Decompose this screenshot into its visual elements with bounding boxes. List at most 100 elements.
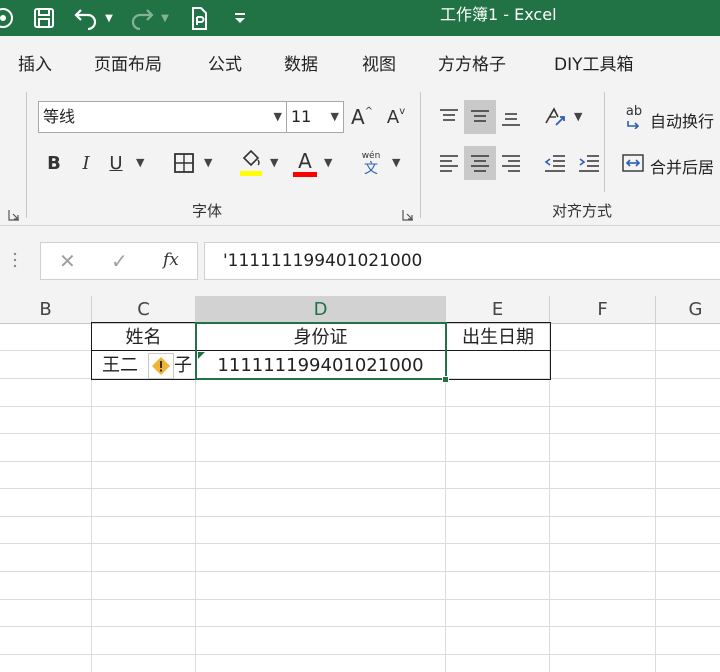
font-color-button[interactable]: A [290, 146, 320, 180]
top-align-button[interactable] [434, 100, 464, 134]
gridline [0, 516, 720, 517]
phonetic-guide-button[interactable]: wén 文 [356, 148, 386, 180]
column-header-f[interactable]: F [550, 296, 656, 324]
column-header-c[interactable]: C [92, 296, 196, 324]
formula-bar: ✕ ✓ fx '111111199401021000 [0, 226, 720, 296]
orientation-dropdown-icon[interactable]: ▼ [574, 110, 582, 123]
clipboard-dialog-launcher-icon[interactable] [8, 206, 20, 221]
wrap-icon-text: ab [625, 104, 643, 119]
underline-button[interactable]: U [104, 148, 128, 178]
gridline [0, 654, 720, 655]
wrap-arrow-icon [627, 121, 640, 129]
merge-center-button[interactable]: 合并后居 [650, 154, 714, 178]
align-center-icon [471, 155, 489, 172]
tab-diy-toolbox[interactable]: DIY工具箱 [554, 50, 634, 75]
top-align-icon [440, 109, 458, 121]
borders-dropdown-icon[interactable]: ▼ [204, 156, 212, 169]
orientation-icon [545, 107, 565, 126]
fill-color-dropdown-icon[interactable]: ▼ [270, 156, 278, 169]
middle-align-button[interactable] [464, 100, 496, 134]
bold-button[interactable]: B [42, 148, 66, 178]
font-dialog-launcher-icon[interactable] [402, 206, 414, 221]
ribbon: 等线 ▼ 11 ▼ A ^ Av B I U ▼ ▼ ▼ A ▼ wén 文 ▼ … [0, 86, 720, 226]
align-right-button[interactable] [496, 146, 526, 180]
gridline [0, 488, 720, 489]
window-title: 工作簿1 - Excel [440, 5, 557, 24]
alignment-group-label: 对齐方式 [552, 202, 613, 220]
cell-e1[interactable]: 出生日期 [446, 324, 550, 351]
ribbon-tabs: 插入 页面布局 公式 数据 视图 方方格子 DIY工具箱 [0, 36, 720, 86]
cell-c2[interactable]: 王二 子 [92, 352, 195, 379]
formula-buttons: ✕ ✓ fx [40, 242, 198, 280]
fill-color-button[interactable] [236, 146, 266, 180]
caret-up-icon: ^ [364, 105, 374, 117]
font-name-combobox[interactable]: 等线 ▼ [38, 101, 287, 133]
tab-view[interactable]: 视图 [362, 50, 396, 75]
drag-handle-icon[interactable] [12, 250, 18, 270]
phonetic-dropdown-icon[interactable]: ▼ [392, 156, 400, 169]
column-header-e[interactable]: E [446, 296, 550, 324]
chevron-down-icon: ▼ [330, 110, 339, 123]
selection-range [195, 322, 447, 380]
tab-data[interactable]: 数据 [284, 50, 318, 75]
cell-e2[interactable] [446, 352, 550, 379]
gridline [0, 406, 720, 407]
column-header-b[interactable]: B [0, 296, 92, 324]
gridline [0, 461, 720, 462]
column-header-g[interactable]: G [656, 296, 720, 324]
orientation-button[interactable] [540, 100, 570, 134]
tab-fangfang-gezi[interactable]: 方方格子 [438, 50, 506, 75]
fill-handle[interactable] [442, 376, 449, 383]
gridline [655, 324, 656, 672]
font-color-letter: A [298, 148, 312, 173]
gridline [0, 626, 720, 627]
gridline [0, 433, 720, 434]
wrap-text-button[interactable]: 自动换行 [650, 108, 714, 132]
shrink-font-letter: A [386, 106, 400, 128]
gridline [0, 571, 720, 572]
formula-input[interactable]: '111111199401021000 [204, 242, 720, 280]
align-left-button[interactable] [434, 146, 464, 180]
underline-dropdown-icon[interactable]: ▼ [136, 156, 144, 169]
increase-indent-button[interactable] [574, 146, 604, 180]
phonetic-bottom: 文 [364, 161, 378, 177]
cancel-entry-button[interactable]: ✕ [59, 249, 76, 273]
increase-indent-icon [579, 155, 599, 172]
borders-icon [174, 153, 194, 173]
group-separator [26, 92, 27, 218]
wrap-text-icon: ab [620, 102, 648, 132]
worksheet-grid[interactable]: B C D E F G 姓名 身份证 出生日期 王二 子 11111119940… [0, 296, 720, 672]
middle-align-icon [471, 110, 489, 122]
merge-center-icon [620, 148, 646, 178]
insert-function-button[interactable]: fx [163, 250, 179, 270]
chevron-down-icon: ▼ [273, 110, 282, 123]
align-center-button[interactable] [464, 146, 496, 180]
title-bar: ▼ ▼ 工作簿1 - Excel [0, 0, 720, 36]
caret-down-icon: v [399, 105, 406, 117]
group-separator [420, 92, 421, 218]
gridline [0, 543, 720, 544]
fill-bucket-icon [240, 149, 262, 176]
borders-button[interactable] [170, 148, 198, 178]
align-left-icon [440, 155, 458, 172]
tab-insert[interactable]: 插入 [18, 50, 52, 75]
tab-formulas[interactable]: 公式 [208, 50, 242, 75]
decrease-indent-icon [544, 155, 565, 172]
confirm-entry-button[interactable]: ✓ [111, 249, 128, 273]
column-header-d[interactable]: D [196, 296, 446, 324]
gridline [0, 599, 720, 600]
tab-page-layout[interactable]: 页面布局 [94, 50, 162, 75]
font-color-swatch [293, 171, 317, 177]
decrease-indent-button[interactable] [540, 146, 570, 180]
font-color-dropdown-icon[interactable]: ▼ [324, 156, 332, 169]
align-right-icon [502, 155, 520, 172]
bottom-align-button[interactable] [496, 100, 526, 134]
group-separator [604, 92, 605, 192]
font-size-combobox[interactable]: 11 ▼ [286, 101, 344, 133]
italic-button[interactable]: I [74, 148, 98, 178]
cell-c1[interactable]: 姓名 [92, 324, 195, 351]
grow-font-button[interactable]: A ^ [348, 102, 376, 132]
cell-c2-text-right: 子 [174, 355, 192, 376]
shrink-font-button[interactable]: Av [382, 102, 410, 132]
error-warning-button[interactable] [148, 353, 174, 379]
